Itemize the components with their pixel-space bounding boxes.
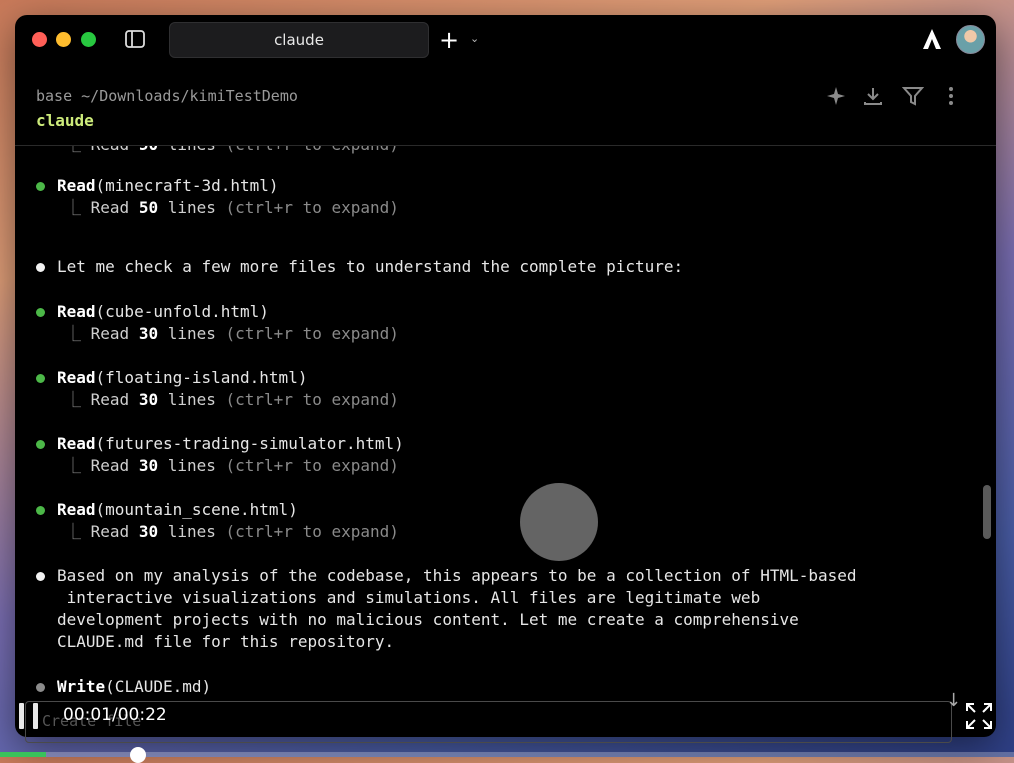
- tab-claude[interactable]: claude: [169, 22, 429, 58]
- assistant-message-line: Based on my analysis of the codebase, th…: [57, 566, 857, 585]
- session-header: base ~/Downloads/kimiTestDemo claude: [15, 65, 996, 146]
- tool-result-line: ⎿ Read 30 lines (ctrl+r to expand): [65, 390, 399, 409]
- avatar-icon[interactable]: [956, 25, 985, 54]
- terminal-output: ⎿ Read 50 lines (ctrl+r to expand) Read(…: [15, 146, 996, 706]
- download-icon[interactable]: [862, 85, 884, 109]
- tool-status-dot: [36, 506, 45, 515]
- tool-result-line: ⎿ Read 30 lines (ctrl+r to expand): [65, 456, 399, 475]
- tool-call-line: Read(mountain_scene.html): [57, 500, 298, 519]
- video-progress-fill: [0, 752, 46, 757]
- fullscreen-icon[interactable]: [965, 702, 993, 730]
- logo-icon[interactable]: [922, 28, 942, 56]
- tab-title: claude: [274, 31, 324, 49]
- more-vertical-icon[interactable]: [945, 85, 957, 109]
- zoom-window-button[interactable]: [81, 32, 96, 47]
- working-directory: base ~/Downloads/kimiTestDemo: [36, 87, 298, 105]
- sidebar-toggle-icon[interactable]: [125, 30, 145, 48]
- tool-call-line: Read(futures-trading-simulator.html): [57, 434, 404, 453]
- video-progress-bar[interactable]: [0, 747, 1014, 763]
- chevron-down-icon[interactable]: ⌄: [470, 32, 479, 45]
- message-dot: [36, 572, 45, 581]
- tool-call-line: Read(minecraft-3d.html): [57, 176, 279, 195]
- sparkle-pin-icon[interactable]: [825, 85, 847, 109]
- message-dot: [36, 263, 45, 272]
- assistant-message-line: development projects with no malicious c…: [57, 610, 799, 629]
- touch-indicator: [520, 483, 598, 561]
- close-window-button[interactable]: [32, 32, 47, 47]
- terminal-window: claude + ⌄ base ~/Downloads/kimiTestDemo…: [15, 15, 996, 737]
- tool-result-line: ⎿ Read 50 lines (ctrl+r to expand): [65, 198, 399, 217]
- video-timecode: 00:01/00:22: [63, 705, 167, 725]
- tool-result-line: ⎿ Read 50 lines (ctrl+r to expand): [65, 146, 399, 156]
- tool-result-line: ⎿ Read 30 lines (ctrl+r to expand): [65, 522, 399, 541]
- plus-icon[interactable]: +: [439, 28, 459, 52]
- filter-icon[interactable]: [902, 85, 924, 109]
- tool-result-line: ⎿ Read 30 lines (ctrl+r to expand): [65, 324, 399, 343]
- tool-call-line: Read(cube-unfold.html): [57, 302, 269, 321]
- minimize-window-button[interactable]: [56, 32, 71, 47]
- running-command: claude: [36, 111, 94, 130]
- title-bar: claude + ⌄: [15, 15, 996, 65]
- tool-call-line: Write(CLAUDE.md): [57, 677, 212, 696]
- assistant-message-line: CLAUDE.md file for this repository.: [57, 632, 395, 651]
- video-progress-knob[interactable]: [129, 747, 146, 763]
- tool-call-line: Read(floating-island.html): [57, 368, 308, 387]
- tool-status-dot: [36, 182, 45, 191]
- pause-icon[interactable]: [19, 703, 41, 729]
- tool-status-dot: [36, 440, 45, 449]
- tool-status-dot: [36, 683, 45, 692]
- scroll-down-icon[interactable]: ↓: [946, 690, 961, 711]
- assistant-message-line: interactive visualizations and simulatio…: [57, 588, 761, 607]
- assistant-message: Let me check a few more files to underst…: [57, 257, 684, 276]
- tool-status-dot: [36, 374, 45, 383]
- scrollbar-thumb[interactable]: [983, 485, 991, 539]
- tool-status-dot: [36, 308, 45, 317]
